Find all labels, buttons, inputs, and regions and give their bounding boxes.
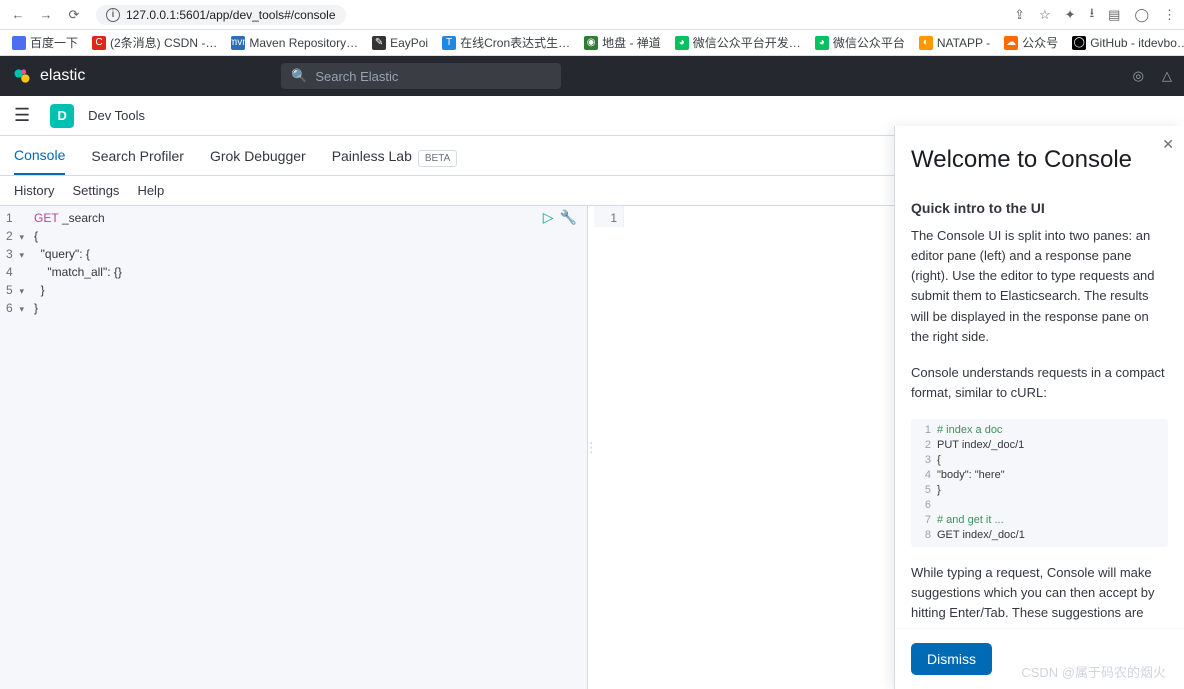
flyout-p1: The Console UI is split into two panes: …: [911, 226, 1168, 347]
response-gutter: 1: [594, 206, 624, 227]
bookmark-item[interactable]: ◕微信公众平台开发…: [675, 34, 801, 51]
site-info-icon[interactable]: i: [106, 8, 120, 22]
url-bar[interactable]: i 127.0.0.1:5601/app/dev_tools#/console: [96, 5, 346, 25]
welcome-flyout: ✕ Welcome to Console Quick intro to the …: [894, 126, 1184, 689]
bookmark-item[interactable]: ✎EayPoi: [372, 36, 428, 50]
nav-toggle-button[interactable]: ☰: [8, 105, 36, 126]
tab-grok-debugger[interactable]: Grok Debugger: [210, 138, 306, 174]
send-request-icon[interactable]: ▷: [543, 209, 554, 226]
browser-toolbar: ← → ⟳ i 127.0.0.1:5601/app/dev_tools#/co…: [0, 0, 1184, 30]
bookmark-item[interactable]: T在线Cron表达式生…: [442, 34, 570, 51]
app-badge[interactable]: D: [50, 104, 74, 128]
flyout-h1: Quick intro to the UI: [911, 200, 1168, 216]
code-sample: 12345678 # index a docPUT index/_doc/1{ …: [911, 419, 1168, 547]
flyout-p2: Console understands requests in a compac…: [911, 363, 1168, 403]
back-button[interactable]: ←: [8, 7, 28, 22]
global-search[interactable]: 🔍 Search Elastic: [281, 63, 561, 89]
search-icon: 🔍: [291, 68, 307, 84]
bookmark-item[interactable]: ◕微信公众平台: [815, 34, 905, 51]
watermark: CSDN @属于码农的烟火: [1021, 662, 1166, 681]
reload-button[interactable]: ⟳: [64, 7, 84, 23]
subnav-settings[interactable]: Settings: [72, 183, 119, 198]
star-icon[interactable]: ☆: [1039, 7, 1051, 23]
tab-search-profiler[interactable]: Search Profiler: [91, 138, 184, 174]
editor-pane[interactable]: 1 2 ▾3 ▾4 5 ▾6 ▾ GET _search{ "query": {…: [0, 206, 588, 689]
elastic-logo[interactable]: elastic: [12, 66, 85, 86]
app-header: elastic 🔍 Search Elastic ◎ △: [0, 56, 1184, 96]
bookmark-item[interactable]: 百度一下: [12, 34, 78, 51]
bookmark-item[interactable]: C(2条消息) CSDN -…: [92, 34, 217, 51]
dismiss-button[interactable]: Dismiss: [911, 643, 992, 675]
close-icon[interactable]: ✕: [1162, 136, 1174, 153]
editor-gutter: 1 2 ▾3 ▾4 5 ▾6 ▾: [0, 206, 30, 317]
profile-icon[interactable]: ◯: [1134, 7, 1149, 23]
bookmarks-bar: 百度一下 C(2条消息) CSDN -… mvnMaven Repository… ✎…: [0, 30, 1184, 56]
editor-code[interactable]: GET _search{ "query": { "match_all": {} …: [34, 206, 587, 317]
forward-button[interactable]: →: [36, 7, 56, 22]
subnav-history[interactable]: History: [14, 183, 54, 198]
breadcrumb-title: Dev Tools: [88, 108, 145, 123]
url-text: 127.0.0.1:5601/app/dev_tools#/console: [126, 8, 336, 22]
menu-icon[interactable]: ⋮: [1163, 7, 1176, 23]
brand-label: elastic: [40, 67, 85, 85]
user-icon[interactable]: △: [1162, 68, 1172, 84]
news-icon[interactable]: ◎: [1133, 68, 1144, 84]
flyout-title: Welcome to Console: [911, 146, 1168, 174]
share-icon[interactable]: ⇪: [1014, 7, 1025, 23]
tab-console[interactable]: Console: [14, 137, 65, 175]
bookmark-item[interactable]: ◉地盘 - 禅道: [584, 34, 661, 51]
wrench-icon[interactable]: 🔧: [560, 209, 577, 226]
download-icon[interactable]: ⭳: [1090, 4, 1095, 26]
response-line-1: 1: [594, 209, 617, 227]
bookmark-item[interactable]: ☁公众号: [1004, 34, 1058, 51]
bookmark-item[interactable]: mvnMaven Repository…: [231, 36, 358, 50]
elastic-logo-icon: [12, 66, 32, 86]
search-placeholder: Search Elastic: [315, 69, 398, 84]
extensions-icon[interactable]: ✦: [1065, 7, 1076, 23]
bookmark-item[interactable]: ◐NATAPP -: [919, 36, 990, 50]
tab-painless-lab[interactable]: Painless LabBETA: [332, 138, 458, 174]
subnav-help[interactable]: Help: [137, 183, 164, 198]
apps-icon[interactable]: ▤: [1108, 7, 1120, 23]
bookmark-item[interactable]: ◯GitHub - itdevbo…: [1072, 36, 1184, 50]
